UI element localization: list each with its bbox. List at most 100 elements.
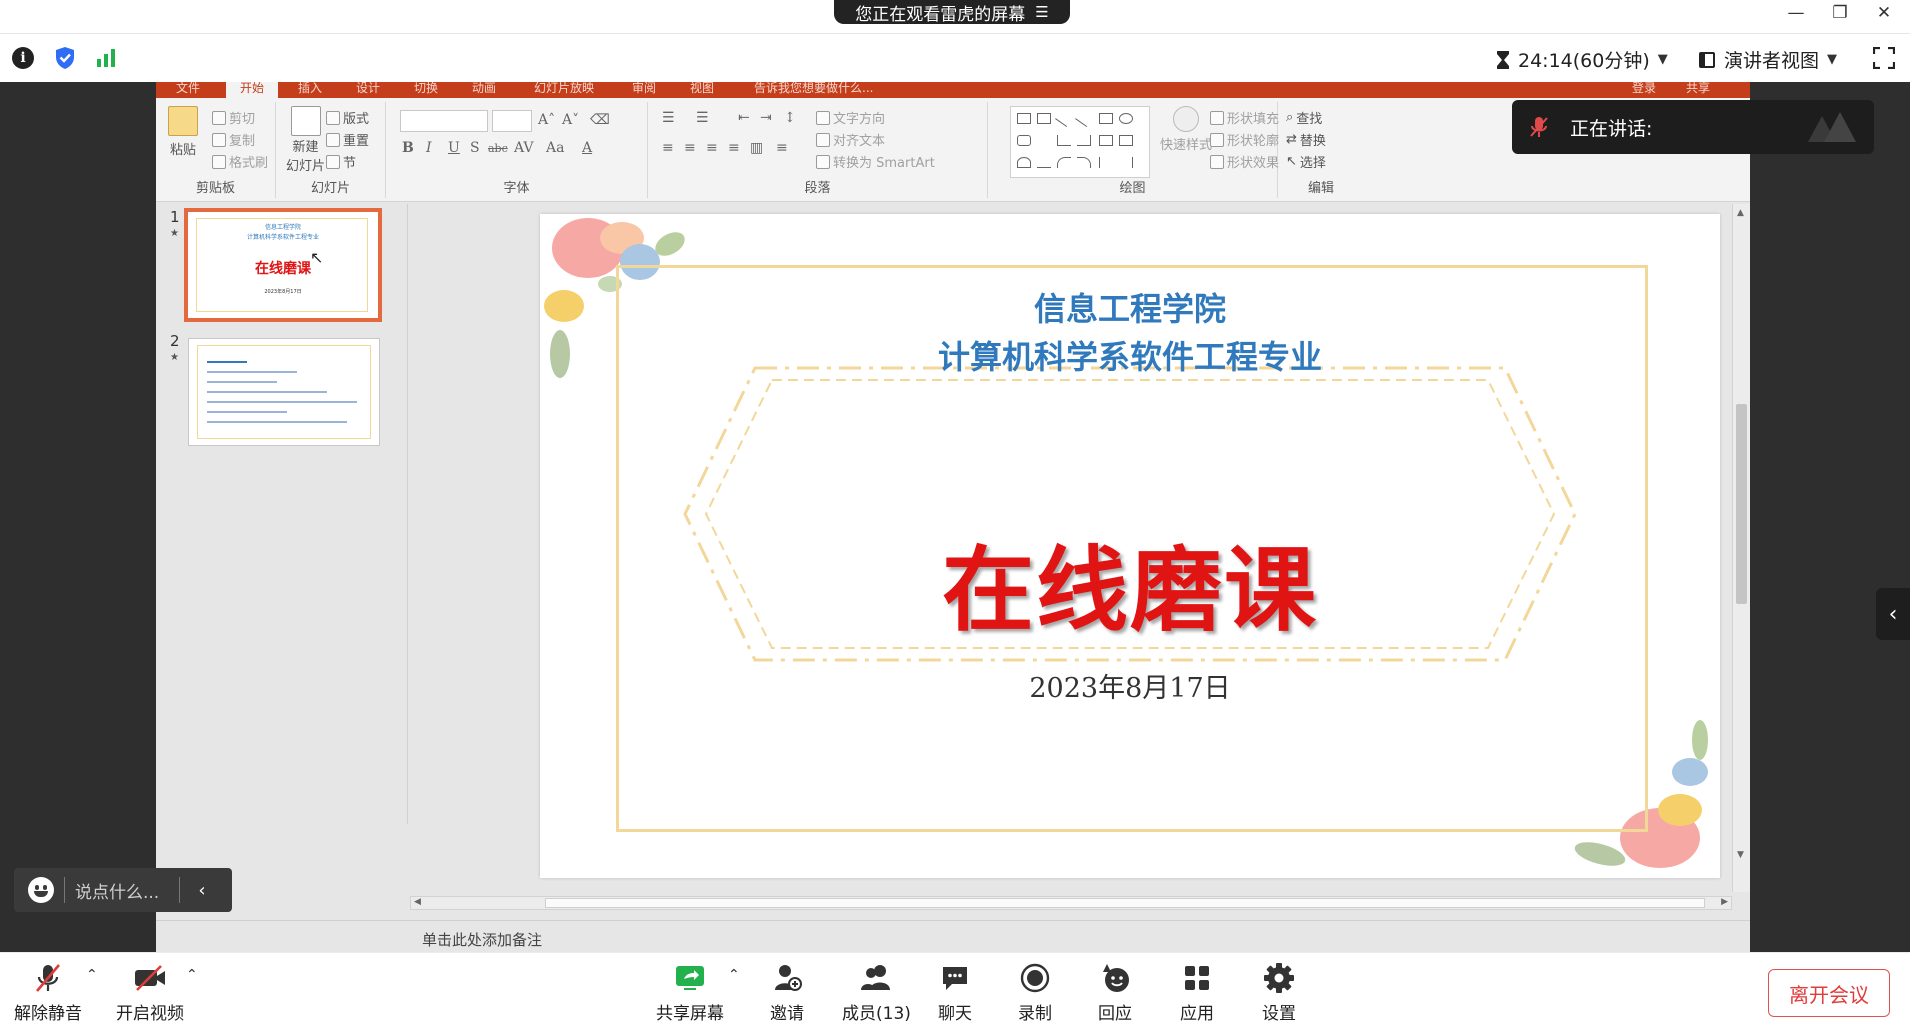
minimize-button[interactable]: — [1774,0,1818,26]
shape-fill-button[interactable]: 形状填充 [1210,108,1279,127]
replace-button[interactable]: ⇄ 替换 [1286,130,1326,149]
video-options-caret-icon[interactable]: ⌃ [186,967,198,983]
cut-button[interactable]: 剪切 [212,108,255,127]
bold-button[interactable]: B [402,140,414,156]
tab-file[interactable]: 文件 [176,82,200,94]
align-text-button[interactable]: 对齐文本 [816,130,885,149]
format-painter-button[interactable]: 格式刷 [212,152,268,171]
meeting-info-button[interactable]: i [11,46,35,70]
audio-options-caret-icon[interactable]: ⌃ [86,967,98,983]
sign-in-link[interactable]: 登录 [1632,82,1656,94]
share-link[interactable]: 共享 [1686,82,1710,94]
align-right-icon[interactable]: ≡ [706,140,718,156]
members-button[interactable]: 成员(13) [842,961,911,1027]
tab-transitions[interactable]: 切换 [414,82,438,94]
underline-button[interactable]: U [448,140,460,156]
side-panel-toggle[interactable]: ‹ [1876,588,1910,640]
tab-home[interactable]: 开始 [226,82,279,98]
invite-button[interactable]: 邀请 [770,961,804,1027]
grow-font-icon[interactable]: A˄ [538,112,555,128]
slide-thumbnail-1[interactable]: 信息工程学院 计算机科学系软件工程专业 在线磨课 2023年8月17日 ↖ [184,208,382,322]
tab-insert[interactable]: 插入 [298,82,322,94]
current-slide[interactable]: 信息工程学院 计算机科学系软件工程专业 在线磨课 2023年8月17日 [540,214,1720,878]
share-screen-button[interactable]: 共享屏幕 [656,961,724,1027]
columns-icon[interactable]: ▥ [750,140,763,156]
shrink-font-icon[interactable]: A˅ [562,112,579,128]
font-size-select[interactable] [492,110,532,132]
text-direction-button[interactable]: 文字方向 [816,108,885,127]
select-button[interactable]: ↖ 选择 [1286,152,1326,171]
line-spacing-icon[interactable]: ↕ [784,110,796,126]
change-case-button[interactable]: Aa [546,140,564,156]
increase-indent-icon[interactable]: ⇥ [760,110,772,126]
settings-button[interactable]: 设置 [1262,961,1296,1027]
italic-button[interactable]: I [426,140,432,156]
quick-chat-input[interactable]: 说点什么... ‹ [14,868,232,912]
screen-share-banner[interactable]: 您正在观看雷虎的屏幕 ☰ [834,0,1070,25]
justify-icon[interactable]: ≡ [728,140,740,156]
align-left-icon[interactable]: ≡ [662,140,674,156]
copy-button[interactable]: 复制 [212,130,255,149]
tab-review[interactable]: 审阅 [632,82,656,94]
horizontal-scrollbar[interactable]: ◀ ▶ [410,896,1732,910]
paste-button[interactable]: 粘贴 [168,106,198,158]
network-status-button[interactable] [95,46,119,70]
numbering-icon[interactable]: ☰ [696,110,709,126]
slide-thumbnail-2[interactable] [188,338,380,446]
tab-animations[interactable]: 动画 [472,82,496,94]
reset-label: 重置 [343,134,370,149]
record-button[interactable]: 录制 [1018,961,1052,1027]
chevron-left-icon[interactable]: ‹ [180,880,224,901]
strikethrough-button[interactable]: abc [488,142,508,155]
fullscreen-button[interactable] [1872,46,1896,70]
quick-styles-button[interactable]: 快速样式 [1160,106,1212,153]
start-video-button[interactable]: 开启视频 [116,961,184,1027]
replace-label: 替换 [1299,134,1326,149]
font-color-button[interactable]: A [582,140,592,156]
vertical-scrollbar[interactable]: ▲ ▼ [1732,204,1750,892]
scroll-left-icon[interactable]: ◀ [414,897,421,907]
bullets-icon[interactable]: ☰ [662,110,675,126]
vertical-scroll-thumb[interactable] [1736,404,1747,604]
notes-pane[interactable]: 单击此处添加备注 [410,920,1750,952]
scroll-up-icon[interactable]: ▲ [1737,208,1744,218]
meeting-timer[interactable]: 24:14(60分钟) ▼ [1496,46,1668,73]
reset-button[interactable]: 重置 [326,130,369,149]
shape-effects-button[interactable]: 形状效果 [1210,152,1279,171]
emoji-icon[interactable] [28,877,54,903]
align-columns-icon[interactable]: ≡ [776,140,788,156]
tab-slideshow[interactable]: 幻灯片放映 [534,82,594,94]
section-button[interactable]: 节 [326,152,356,171]
tell-me-search[interactable]: 告诉我您想要做什么... [754,82,873,94]
security-button[interactable] [53,46,77,70]
apps-button[interactable]: 应用 [1180,961,1214,1027]
clear-format-icon[interactable]: ⌫ [590,112,610,128]
horizontal-scroll-thumb[interactable] [545,898,1705,908]
shapes-gallery[interactable] [1010,106,1150,178]
reactions-label: 回应 [1098,1004,1132,1024]
view-mode-dropdown[interactable]: 演讲者视图 ▼ [1698,46,1837,73]
unmute-button[interactable]: 解除静音 [14,961,82,1027]
restore-button[interactable]: ❐ [1818,0,1862,26]
chat-button[interactable]: 聊天 [938,961,972,1027]
layout-button[interactable]: 版式 [326,108,369,127]
tab-design[interactable]: 设计 [356,82,380,94]
tab-view[interactable]: 视图 [690,82,714,94]
menu-icon[interactable]: ☰ [1035,3,1048,21]
share-options-caret-icon[interactable]: ⌃ [728,967,740,983]
decrease-indent-icon[interactable]: ⇤ [738,110,750,126]
scroll-down-icon[interactable]: ▼ [1737,850,1744,860]
reactions-button[interactable]: 回应 [1098,961,1132,1027]
font-family-select[interactable] [400,110,488,132]
speaker-avatar [1808,112,1856,142]
find-button[interactable]: ⌕ 查找 [1286,108,1322,127]
shadow-button[interactable]: S [470,140,480,156]
leave-meeting-button[interactable]: 离开会议 [1768,969,1890,1017]
shape-outline-button[interactable]: 形状轮廓 [1210,130,1279,149]
close-button[interactable]: ✕ [1862,0,1906,26]
char-spacing-button[interactable]: AV [514,140,534,156]
smartart-button[interactable]: 转换为 SmartArt [816,152,935,171]
new-slide-button[interactable]: 新建 幻灯片 [286,106,325,174]
align-center-icon[interactable]: ≡ [684,140,696,156]
scroll-right-icon[interactable]: ▶ [1721,897,1728,907]
